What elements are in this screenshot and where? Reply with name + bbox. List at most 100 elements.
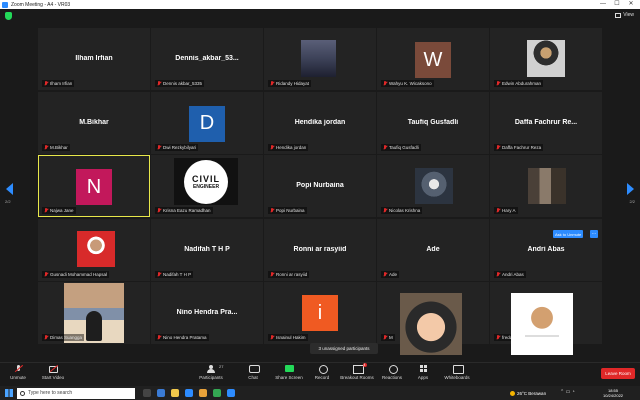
unmute-button[interactable]: Unmute bbox=[1, 365, 35, 380]
edge-icon[interactable] bbox=[157, 389, 165, 397]
participant-photo bbox=[527, 40, 565, 77]
whiteboard-icon bbox=[452, 365, 464, 374]
participant-avatar: W bbox=[415, 42, 451, 78]
participant-tile[interactable]: Nino Hendra Pra... Nino Hendra Pratama bbox=[151, 282, 263, 344]
participant-name-label: Najwa Jane bbox=[42, 207, 76, 214]
participant-display-name: Ilham Irfian bbox=[75, 55, 113, 62]
meeting-toolbar: Unmute Start Video 27 Participants Chat … bbox=[0, 362, 640, 386]
participant-avatar: i bbox=[302, 295, 338, 331]
muted-mic-icon bbox=[270, 144, 274, 150]
participant-tile[interactable]: Daffa Fachrur Re... Daffa Fachrur Reza bbox=[490, 91, 602, 154]
participant-photo bbox=[77, 230, 115, 267]
chrome-icon[interactable] bbox=[213, 389, 221, 397]
system-tray-icons[interactable]: ⌃ ▭ ◔ bbox=[560, 389, 575, 395]
participant-tile[interactable]: Hendika jordan Hendika jordan bbox=[264, 91, 376, 154]
participant-tile[interactable]: CIVIL ENGINEER Krisna Eazu Ramadhan bbox=[151, 155, 263, 217]
breakout-rooms-label: Breakout Rooms bbox=[340, 375, 374, 380]
participant-name-label: Wahyu K. Wicaksono bbox=[381, 80, 434, 87]
muted-mic-icon bbox=[157, 81, 161, 86]
mail-icon[interactable] bbox=[199, 389, 207, 397]
record-button[interactable]: Record bbox=[305, 365, 339, 380]
muted-mic-icon bbox=[270, 208, 274, 213]
taskbar-search-box[interactable]: Type here to search bbox=[17, 387, 135, 399]
page-indicator-left: 2/2 bbox=[5, 199, 11, 204]
participant-tile[interactable]: Ade Ade bbox=[377, 218, 489, 281]
file-explorer-icon[interactable] bbox=[171, 389, 179, 397]
participant-name: Dwi Rezkybilyari bbox=[163, 144, 197, 150]
participant-tile[interactable]: Ronni ar rasyiid Ronni ar rasyiid bbox=[264, 218, 376, 281]
person-silhouette bbox=[86, 311, 102, 341]
participant-tile[interactable]: i Isnainul Hakim bbox=[264, 282, 376, 344]
breakout-rooms-icon: 4 bbox=[352, 363, 367, 374]
reactions-button[interactable]: Reactions bbox=[375, 365, 409, 380]
participants-button[interactable]: 27 Participants bbox=[194, 364, 228, 380]
active-speaker-tile[interactable]: N Najwa Jane bbox=[38, 155, 150, 217]
breakout-rooms-button[interactable]: 4 Breakout Rooms bbox=[340, 363, 374, 380]
windows-start-icon[interactable] bbox=[5, 389, 13, 397]
start-video-button[interactable]: Start Video bbox=[36, 365, 70, 380]
participant-display-name: Andri Abas bbox=[527, 245, 565, 253]
clock-date: 10/24/2022 bbox=[603, 393, 624, 398]
taskbar-clock[interactable]: 18:55 10/24/2022 bbox=[603, 386, 623, 400]
whiteboards-button[interactable]: Whiteboards bbox=[440, 365, 474, 380]
weather-text: 26°C Berawan bbox=[517, 390, 547, 396]
participant-name-label: Dimas Suangga bbox=[42, 334, 85, 341]
participant-name-label: Ridandy Hidayat bbox=[268, 80, 312, 87]
next-page-arrow-icon[interactable] bbox=[627, 183, 634, 195]
reactions-icon bbox=[388, 365, 398, 374]
ask-to-unmute-button[interactable]: Ask to Unmute bbox=[553, 230, 584, 238]
apps-button[interactable]: Apps bbox=[406, 365, 440, 380]
muted-mic-icon bbox=[496, 208, 500, 213]
participant-name-label: Daffa Fachrur Reza bbox=[494, 143, 544, 151]
participant-display-name: M.Bikhar bbox=[79, 118, 109, 126]
maximize-button[interactable]: ☐ bbox=[610, 0, 624, 9]
store-icon[interactable] bbox=[185, 389, 193, 397]
participant-tile[interactable]: D Dwi Rezkybilyari bbox=[151, 91, 263, 154]
participant-name-label: Nicolas Krishna bbox=[381, 207, 423, 214]
floating-video-thumbnail[interactable] bbox=[511, 293, 573, 355]
participant-name-label: Edwin Abdurahman bbox=[494, 80, 544, 87]
muted-mic-icon bbox=[270, 81, 274, 86]
participant-name: Hary A bbox=[502, 208, 516, 213]
participant-tile[interactable]: Ridandy Hidayat bbox=[264, 28, 376, 90]
leave-room-button[interactable]: Leave Room bbox=[601, 368, 635, 379]
participant-tile[interactable]: Dimas Suangga bbox=[38, 282, 150, 344]
participant-tile[interactable]: Edwin Abdurahman bbox=[490, 28, 602, 90]
record-label: Record bbox=[314, 375, 330, 380]
muted-mic-icon bbox=[383, 335, 387, 340]
participant-tile[interactable]: Dennis_akbar_53... Dennis akbar_5335 bbox=[151, 28, 263, 90]
participant-tile[interactable]: Ilham Irfian Ilham Irfian bbox=[38, 28, 150, 90]
muted-mic-icon bbox=[44, 81, 48, 86]
participant-tile[interactable]: Nicolas Krishna bbox=[377, 155, 489, 217]
minimize-button[interactable]: — bbox=[596, 0, 610, 9]
participant-tile[interactable]: Andri Abas Andri Abas bbox=[490, 218, 602, 281]
previous-page-arrow-icon[interactable] bbox=[6, 183, 13, 195]
task-view-icon[interactable] bbox=[143, 389, 151, 397]
participant-tile[interactable]: Nadifah T H P Nadifah T H P bbox=[151, 218, 263, 281]
participant-name: Ridandy Hidayat bbox=[276, 81, 310, 86]
participant-tile[interactable]: Taufiq Gusfadli Taufiq Gusfadli bbox=[377, 91, 489, 154]
participant-tile[interactable]: M.Bikhar M.Bikhar bbox=[38, 91, 150, 154]
security-shield-icon[interactable] bbox=[5, 12, 12, 20]
more-options-button[interactable]: ··· bbox=[590, 230, 598, 238]
participant-tile[interactable]: Popi Nurbaina Popi Nurbaina bbox=[264, 155, 376, 217]
unassigned-participants-popup[interactable]: 3 unassigned participants bbox=[310, 343, 378, 354]
muted-mic-icon bbox=[44, 335, 48, 340]
view-button[interactable]: View bbox=[615, 12, 634, 18]
participant-tile[interactable]: Gusnadi Mohammad Hapsal bbox=[38, 218, 150, 281]
participant-tile[interactable]: Hary A bbox=[490, 155, 602, 217]
floating-video-thumbnail[interactable] bbox=[400, 293, 462, 355]
video-off-icon bbox=[48, 365, 58, 373]
participant-name-label: Taufiq Gusfadli bbox=[381, 143, 421, 151]
weather-widget[interactable]: 26°C Berawan bbox=[510, 386, 546, 400]
participant-name: Daffa Fachrur Reza bbox=[502, 144, 542, 150]
chat-button[interactable]: Chat bbox=[236, 365, 270, 380]
close-button[interactable]: ✕ bbox=[624, 0, 638, 9]
share-screen-icon bbox=[284, 365, 294, 373]
participant-name: Nino Hendra Pratama bbox=[163, 335, 207, 340]
participant-tile[interactable]: W Wahyu K. Wicaksono bbox=[377, 28, 489, 90]
participant-name-label: Nino Hendra Pratama bbox=[155, 334, 209, 341]
zoom-taskbar-icon[interactable] bbox=[227, 389, 235, 397]
participant-avatar: N bbox=[76, 169, 112, 205]
share-screen-button[interactable]: Share Screen bbox=[272, 365, 306, 380]
